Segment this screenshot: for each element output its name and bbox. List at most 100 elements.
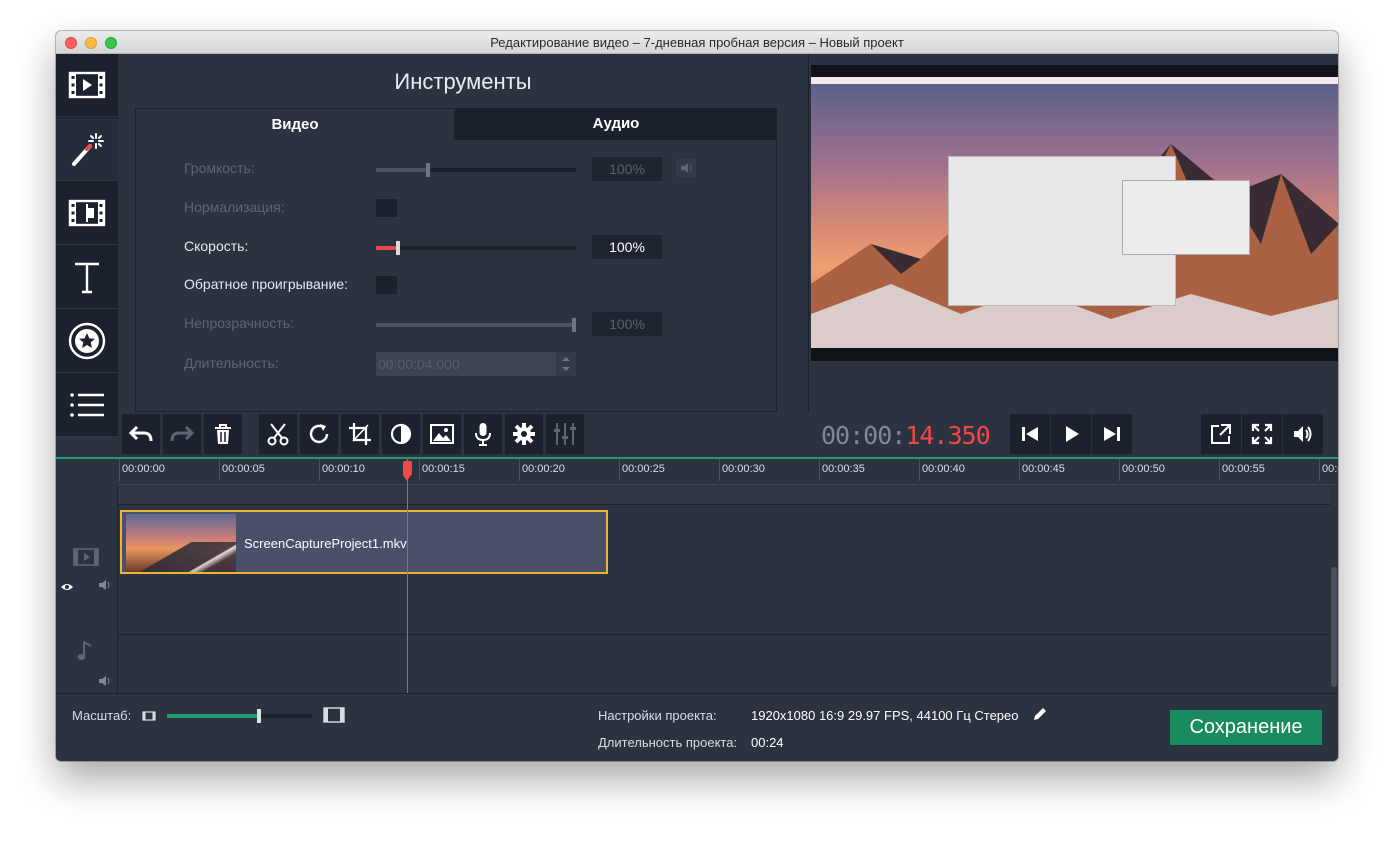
tick-label: 00:00:30 <box>719 459 765 481</box>
title-bar: Редактирование видео – 7-дневная пробная… <box>56 31 1338 54</box>
image-icon <box>430 424 454 444</box>
tick-label: 00:00:35 <box>819 459 865 481</box>
title-track[interactable] <box>118 485 1330 505</box>
delete-button[interactable] <box>204 414 242 454</box>
clip-properties-button[interactable] <box>505 414 543 454</box>
equalizer-button[interactable] <box>546 414 584 454</box>
sidebar-item-filters[interactable] <box>56 118 118 181</box>
video-clip[interactable]: ScreenCaptureProject1.mkv <box>120 510 608 574</box>
sidebar-item-import[interactable] <box>56 54 118 117</box>
sidebar-item-more[interactable] <box>56 374 118 437</box>
sidebar-item-titles[interactable] <box>56 246 118 309</box>
speed-label: Скорость: <box>184 238 249 254</box>
duration-field[interactable]: 00:00:04.000 <box>376 352 556 376</box>
volume-label: Громкость: <box>184 160 255 176</box>
record-voice-button[interactable] <box>464 414 502 454</box>
rotate-button[interactable] <box>300 414 338 454</box>
normalization-label: Нормализация: <box>184 199 285 215</box>
audio-track[interactable] <box>118 635 1330 695</box>
normalization-checkbox[interactable] <box>376 199 397 217</box>
timeline-ruler[interactable]: 00:00:00 00:00:05 00:00:10 00:00:15 00:0… <box>118 459 1338 485</box>
zoom-in-film-icon[interactable] <box>323 706 345 724</box>
sticker-star-icon <box>68 322 106 360</box>
list-menu-icon <box>70 393 104 417</box>
timecode-elapsed-active: 14.350 <box>905 421 990 450</box>
tick-label: 00:00:05 <box>219 459 265 481</box>
volume-slider[interactable] <box>376 163 576 177</box>
speed-slider-knob[interactable] <box>396 241 400 255</box>
video-track[interactable]: ScreenCaptureProject1.mkv <box>118 505 1330 635</box>
tick-label: 00:00:45 <box>1019 459 1065 481</box>
zoom-slider[interactable] <box>167 709 312 723</box>
zoom-out-film-icon[interactable] <box>142 709 156 721</box>
playhead[interactable] <box>407 459 408 695</box>
player-controls: 00:00:14.350 <box>808 413 1338 457</box>
duration-stepper[interactable] <box>556 352 576 376</box>
undo-icon <box>128 425 153 442</box>
timeline[interactable]: 00:00:00 00:00:05 00:00:10 00:00:15 00:0… <box>56 457 1338 695</box>
next-frame-button[interactable] <box>1092 414 1132 454</box>
skip-back-icon <box>1022 427 1038 441</box>
timeline-scrollbar[interactable] <box>1330 485 1338 695</box>
video-track-icon <box>72 547 100 567</box>
external-player-button[interactable] <box>1201 414 1241 454</box>
edit-toolbar <box>118 413 808 457</box>
edit-pencil-icon[interactable] <box>1032 706 1048 722</box>
play-button[interactable] <box>1051 414 1091 454</box>
tick-label: 00:00:00 <box>119 459 165 481</box>
volume-speaker-icon[interactable] <box>676 159 696 177</box>
video-properties: Громкость: 100% Нормализация: Скорость: <box>135 140 777 412</box>
track-mute-speaker-icon[interactable] <box>98 578 114 590</box>
volume-value[interactable]: 100% <box>592 157 662 181</box>
sidebar-item-stickers[interactable] <box>56 310 118 373</box>
undo-button[interactable] <box>122 414 160 454</box>
reverse-checkbox[interactable] <box>376 276 397 294</box>
crop-icon <box>349 423 371 445</box>
fullscreen-icon <box>1251 423 1273 445</box>
opacity-slider[interactable] <box>376 318 576 332</box>
save-button[interactable]: Сохранение <box>1170 710 1322 745</box>
clip-name: ScreenCaptureProject1.mkv <box>244 536 407 551</box>
external-window-icon <box>1211 424 1231 444</box>
volume-button[interactable] <box>1283 414 1323 454</box>
volume-slider-knob[interactable] <box>426 163 430 177</box>
fullscreen-button[interactable] <box>1242 414 1282 454</box>
panel-title: Инструменты <box>394 69 532 94</box>
video-import-icon <box>68 71 106 99</box>
tick-label: 00:00:15 <box>419 459 465 481</box>
title-track-header <box>56 485 118 505</box>
playhead-handle[interactable] <box>403 461 412 481</box>
tick-label: 00:00:50 <box>1119 459 1165 481</box>
timecode-elapsed-dim: 00:00: <box>821 421 906 450</box>
crop-button[interactable] <box>341 414 379 454</box>
project-bar: Масштаб: Настройки проекта: 1920x1080 16… <box>56 693 1338 761</box>
previous-frame-button[interactable] <box>1010 414 1050 454</box>
speed-value[interactable]: 100% <box>592 235 662 259</box>
color-adjust-button[interactable] <box>382 414 420 454</box>
cut-button[interactable] <box>259 414 297 454</box>
tools-panel: Инструменты Видео Аудио Громкость: 100% … <box>118 54 852 414</box>
tick-label: 00:00:10 <box>319 459 365 481</box>
video-preview[interactable] <box>811 65 1338 361</box>
rotate-icon <box>309 424 329 444</box>
project-duration-label: Длительность проекта: <box>598 735 738 750</box>
sidebar-item-transitions[interactable] <box>56 182 118 245</box>
tab-audio[interactable]: Аудио <box>455 108 777 140</box>
timeline-scrollbar-thumb[interactable] <box>1331 567 1337 687</box>
image-button[interactable] <box>423 414 461 454</box>
audio-track-speaker-icon[interactable] <box>98 674 114 686</box>
tick-label: 00:00:25 <box>619 459 665 481</box>
redo-button[interactable] <box>163 414 201 454</box>
tick-label: 00:0 <box>1318 459 1338 481</box>
preview-image <box>811 84 1338 348</box>
opacity-row: Непрозрачность: 100% <box>136 312 776 336</box>
track-visibility-eye-icon[interactable] <box>60 579 74 590</box>
color-adjust-icon <box>390 423 412 445</box>
film-transitions-icon <box>68 199 106 227</box>
opacity-value[interactable]: 100% <box>592 312 662 336</box>
tab-video[interactable]: Видео <box>135 108 455 140</box>
zoom-slider-knob[interactable] <box>256 709 261 723</box>
speed-slider[interactable] <box>376 241 576 255</box>
window-title: Редактирование видео – 7-дневная пробная… <box>490 35 904 50</box>
opacity-slider-knob[interactable] <box>572 318 576 332</box>
